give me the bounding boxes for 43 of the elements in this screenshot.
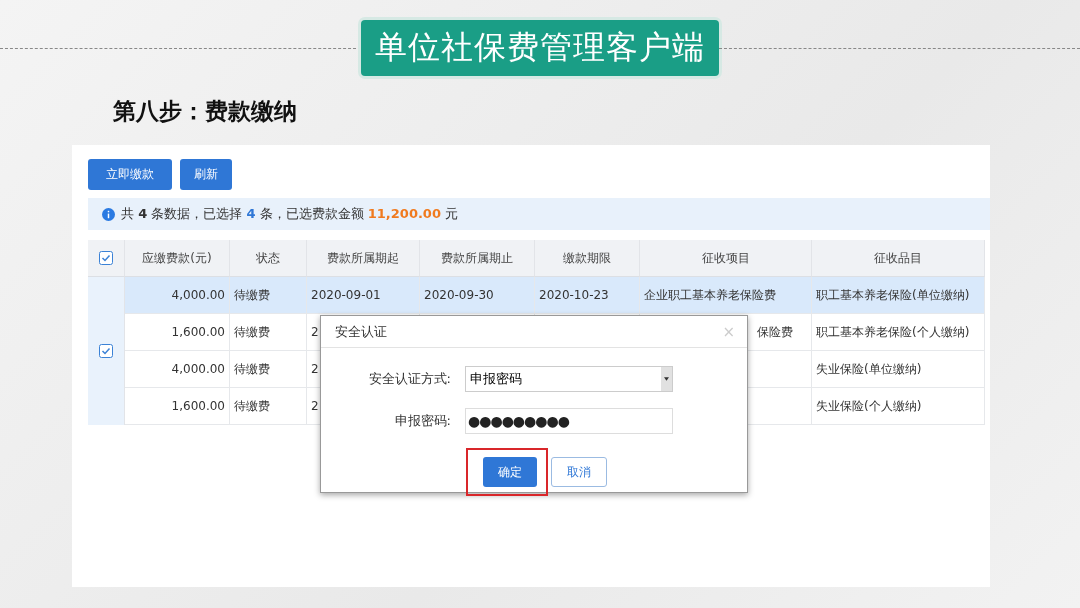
dialog-title: 安全认证 [335, 322, 387, 341]
status-text: 待缴费 [234, 397, 270, 415]
field-label: 安全认证方式: [368, 370, 451, 388]
select-all-checkbox[interactable] [99, 251, 113, 265]
row-checkbox[interactable] [99, 344, 113, 358]
column-header: 费款所属期止 [420, 240, 535, 277]
date-text: 2020-09-30 [424, 288, 494, 302]
password-field[interactable]: ●●●●●●●●● [465, 408, 673, 434]
toolbar-button[interactable]: 立即缴款 [88, 159, 172, 190]
field-label: 申报密码: [394, 412, 451, 430]
auth-method-select[interactable]: 申报密码 [465, 366, 673, 392]
status-text: 待缴费 [234, 286, 270, 304]
info-icon [102, 207, 115, 221]
selection-summary: 共 4 条数据，已选择 4 条，已选费款金额 11,200.00 元 [121, 205, 459, 223]
date-text: 2 [311, 325, 319, 339]
date-text: 2020-09-01 [311, 288, 381, 302]
amount-text: 1,600.00 [171, 399, 225, 413]
column-header: 征收项目 [640, 240, 812, 277]
date-text: 2 [311, 399, 319, 413]
column-header: 征收品目 [812, 240, 985, 277]
column-header: 状态 [230, 240, 307, 277]
amount-text: 4,000.00 [171, 362, 225, 376]
slide-title-banner: 单位社保费管理客户端 [361, 20, 719, 76]
levy-category-text: 失业保险(单位缴纳) [816, 360, 922, 378]
status-text: 待缴费 [234, 323, 270, 341]
column-header: 缴款期限 [535, 240, 640, 277]
levy-item-text: 企业职工基本养老保险费 [644, 286, 776, 304]
step-heading: 第八步：费款缴纳 [113, 97, 298, 126]
levy-item-text: 保险费 [757, 323, 793, 341]
toolbar-button[interactable]: 刷新 [180, 159, 232, 190]
levy-category-text: 职工基本养老保险(单位缴纳) [816, 286, 970, 304]
date-text: 2 [311, 362, 319, 376]
confirm-button[interactable]: 确定 [482, 457, 537, 487]
amount-text: 1,600.00 [171, 325, 225, 339]
column-header: 费款所属期起 [307, 240, 420, 277]
dropdown-caret-icon [664, 377, 669, 381]
date-text: 2020-10-23 [539, 288, 609, 302]
levy-category-text: 失业保险(个人缴纳) [816, 397, 922, 415]
column-header: 应缴费款(元) [125, 240, 230, 277]
levy-category-text: 职工基本养老保险(个人缴纳) [816, 323, 970, 341]
status-text: 待缴费 [234, 360, 270, 378]
amount-text: 4,000.00 [171, 288, 225, 302]
cancel-button[interactable]: 取消 [550, 457, 607, 487]
